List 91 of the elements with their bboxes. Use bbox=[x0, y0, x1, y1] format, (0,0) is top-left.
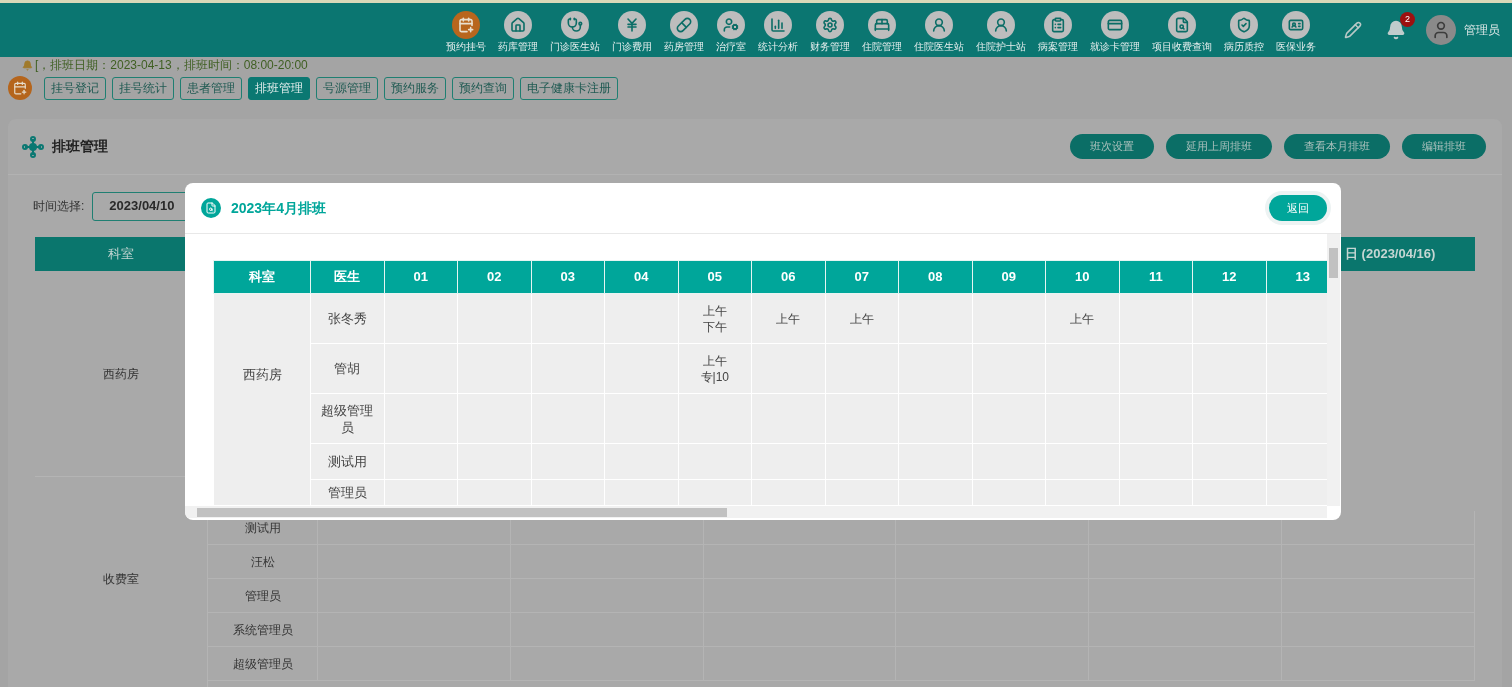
tab[interactable]: 排班管理 bbox=[248, 76, 310, 100]
column-header: 09 bbox=[972, 260, 1046, 294]
doctor-cell: 管理员 bbox=[310, 479, 384, 506]
date-label: 时间选择: bbox=[33, 198, 85, 215]
notice-text: [，排班日期：2023-04-13，排班时间：08:00-20:00 bbox=[35, 58, 308, 72]
module-button[interactable]: 病案管理 bbox=[1038, 11, 1078, 53]
bell-icon[interactable] bbox=[1386, 20, 1406, 40]
column-header: 12 bbox=[1192, 260, 1266, 294]
doctor-icon bbox=[561, 11, 589, 39]
page-title: 排班管理 bbox=[52, 137, 108, 156]
tab[interactable]: 患者管理 bbox=[180, 76, 242, 100]
doctor-cell: 管胡 bbox=[310, 343, 384, 394]
module-button[interactable]: 项目收费查询 bbox=[1152, 11, 1212, 53]
doctor-cell: 张冬秀 bbox=[310, 293, 384, 344]
column-header: 04 bbox=[604, 260, 678, 294]
doctor-cell: 测试用 bbox=[310, 443, 384, 480]
column-header: 13 bbox=[1266, 260, 1327, 294]
card-icon bbox=[1101, 11, 1129, 39]
notification-badge: 2 bbox=[1400, 12, 1415, 27]
tab[interactable]: 挂号统计 bbox=[112, 76, 174, 100]
column-header: 11 bbox=[1119, 260, 1193, 294]
column-header: 07 bbox=[825, 260, 899, 294]
document-search-icon bbox=[1168, 11, 1196, 39]
clipboard-icon bbox=[1044, 11, 1072, 39]
bed-icon bbox=[868, 11, 896, 39]
schedule-cell bbox=[1266, 293, 1327, 344]
module-button[interactable]: 药房管理 bbox=[664, 11, 704, 53]
shield-icon bbox=[1230, 11, 1258, 39]
tab[interactable]: 挂号登记 bbox=[44, 76, 106, 100]
horizontal-scrollbar[interactable] bbox=[185, 506, 1327, 518]
schedule-cell: 上午 专|10 bbox=[678, 343, 752, 394]
id-card-icon bbox=[1282, 11, 1310, 39]
module-button[interactable]: 病历质控 bbox=[1224, 11, 1264, 53]
avatar[interactable] bbox=[1426, 15, 1456, 45]
calendar-icon bbox=[8, 76, 32, 100]
gear-icon bbox=[816, 11, 844, 39]
doctor-cell: 管理员 bbox=[208, 579, 318, 612]
column-header: 02 bbox=[457, 260, 531, 294]
column-header: 06 bbox=[751, 260, 825, 294]
bar-chart-icon bbox=[764, 11, 792, 39]
doctor-cell: 汪松 bbox=[208, 545, 318, 578]
column-header: 01 bbox=[384, 260, 458, 294]
module-button[interactable]: 治疗室 bbox=[716, 11, 746, 53]
module-button[interactable]: 就诊卡管理 bbox=[1090, 11, 1140, 53]
column-header: 03 bbox=[531, 260, 605, 294]
module-button[interactable]: 医保业务 bbox=[1276, 11, 1316, 53]
module-button[interactable]: 财务管理 bbox=[810, 11, 850, 53]
module-button[interactable]: 门诊医生站 bbox=[550, 11, 600, 53]
bell-icon bbox=[22, 59, 33, 71]
dialog-title: 2023年4月排班 bbox=[231, 198, 326, 218]
schedule-cell: 上午 bbox=[825, 293, 899, 344]
action-button[interactable]: 延用上周排班 bbox=[1166, 134, 1272, 159]
vertical-scrollbar[interactable] bbox=[1327, 234, 1340, 506]
tab[interactable]: 预约服务 bbox=[384, 76, 446, 100]
module-button[interactable]: 住院护士站 bbox=[976, 11, 1026, 53]
user-icon bbox=[925, 11, 953, 39]
department-cell-text: 收费室 bbox=[102, 571, 140, 588]
column-header: 05 bbox=[678, 260, 752, 294]
action-button[interactable]: 查看本月排班 bbox=[1284, 134, 1390, 159]
user-icon bbox=[987, 11, 1015, 39]
module-button[interactable]: 门诊费用 bbox=[612, 11, 652, 53]
calendar-plus-icon bbox=[452, 11, 480, 39]
yen-icon bbox=[618, 11, 646, 39]
action-button[interactable]: 编辑排班 bbox=[1402, 134, 1486, 159]
column-header: 医生 bbox=[310, 260, 384, 294]
module-button[interactable]: 住院管理 bbox=[862, 11, 902, 53]
column-header: 10 bbox=[1045, 260, 1119, 294]
tab[interactable]: 预约查询 bbox=[452, 76, 514, 100]
pill-icon bbox=[670, 11, 698, 39]
schedule-cell: 上午 bbox=[751, 293, 825, 344]
doctor-cell: 超级管理员 bbox=[310, 393, 384, 444]
tab[interactable]: 电子健康卡注册 bbox=[520, 76, 618, 100]
module-button[interactable]: 住院医生站 bbox=[914, 11, 964, 53]
module-button[interactable]: 预约挂号 bbox=[446, 11, 486, 53]
action-button[interactable]: 班次设置 bbox=[1070, 134, 1154, 159]
pencil-icon[interactable] bbox=[1344, 21, 1362, 39]
column-header: 科室 bbox=[213, 260, 311, 294]
search-document-icon bbox=[201, 198, 221, 218]
house-icon bbox=[504, 11, 532, 39]
department-cell: 西药房 bbox=[213, 293, 311, 506]
schedule-cell: 上午 下午 bbox=[678, 293, 752, 344]
doctor-cell: 系统管理员 bbox=[208, 613, 318, 646]
doctor-cell: 超级管理员 bbox=[208, 647, 318, 680]
column-header: 08 bbox=[898, 260, 972, 294]
module-button[interactable]: 统计分析 bbox=[758, 11, 798, 53]
tab[interactable]: 号源管理 bbox=[316, 76, 378, 100]
user-name[interactable]: 管理员 bbox=[1464, 21, 1500, 39]
module-button[interactable]: 药库管理 bbox=[498, 11, 538, 53]
schedule-cell: 上午 bbox=[1045, 293, 1119, 344]
node-icon bbox=[22, 135, 44, 158]
user-gear-icon bbox=[717, 11, 745, 39]
